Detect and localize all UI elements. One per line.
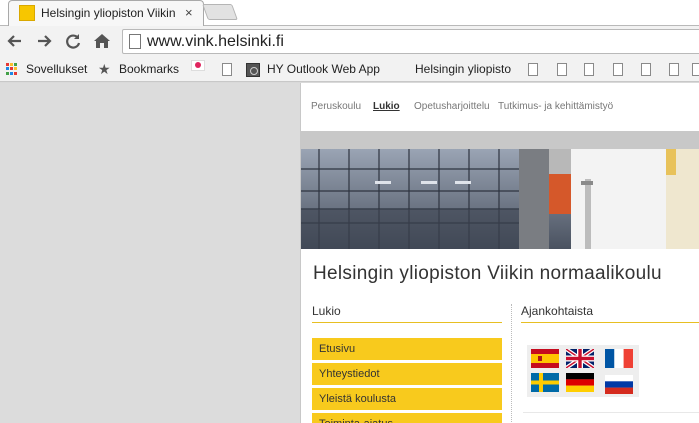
page-icon	[528, 63, 538, 77]
tab-strip: Helsingin yliopiston Viikin ×	[0, 0, 699, 26]
bookmark-blank[interactable]	[613, 60, 623, 78]
page-icon	[222, 63, 232, 77]
section-heading-lukio: Lukio	[312, 304, 341, 318]
bookmarks-bar: Sovellukset ★ Bookmarks HY Outlook Web A…	[0, 56, 699, 82]
site-favicon-icon	[19, 5, 35, 21]
banner-image	[301, 149, 699, 249]
section-heading-ajankohtaista: Ajankohtaista	[521, 304, 594, 318]
bookmark-blank[interactable]	[528, 60, 538, 78]
side-menu: Etusivu Yhteystiedot Yleistä koulusta To…	[312, 338, 502, 423]
bookmark-blank[interactable]	[641, 60, 651, 78]
bookmark-label: HY Outlook Web App	[267, 62, 380, 76]
page-icon	[692, 63, 699, 77]
page-icon	[129, 34, 141, 49]
forward-arrow-icon[interactable]	[33, 30, 55, 52]
outlook-icon	[246, 62, 260, 77]
bookmark-hy[interactable]: Helsingin yliopisto	[415, 60, 511, 78]
reload-icon[interactable]	[62, 30, 84, 52]
home-icon[interactable]	[91, 30, 113, 52]
language-flags	[527, 345, 639, 397]
bookmark-blank[interactable]	[557, 60, 567, 78]
nav-opetusharjoittelu[interactable]: Opetusharjoittelu	[414, 101, 490, 112]
menu-item-toiminta-ajatus[interactable]: Toiminta-ajatus	[312, 413, 502, 423]
menu-item-etusivu[interactable]: Etusivu	[312, 338, 502, 360]
new-tab-button[interactable]	[202, 4, 238, 20]
url-text[interactable]: www.vink.helsinki.fi	[147, 33, 284, 51]
browser-tab[interactable]: Helsingin yliopiston Viikin ×	[8, 0, 204, 26]
menu-item-yleista-koulusta[interactable]: Yleistä koulusta	[312, 388, 502, 410]
french-flag-icon[interactable]	[605, 349, 633, 368]
bookmark-label: Bookmarks	[119, 62, 180, 76]
page-icon	[669, 63, 679, 77]
web-page: Peruskoulu Lukio Opetusharjoittelu Tutki…	[300, 83, 699, 423]
spanish-flag-icon[interactable]	[531, 349, 559, 368]
page-icon	[584, 63, 594, 77]
nav-peruskoulu[interactable]: Peruskoulu	[311, 101, 361, 112]
japanese-flag-icon[interactable]	[191, 60, 205, 71]
nav-tutkimus[interactable]: Tutkimus- ja kehittämistyö	[498, 101, 613, 112]
page-icon	[641, 63, 651, 77]
header-band	[301, 131, 699, 149]
bookmark-blank[interactable]	[669, 60, 679, 78]
page-title: Helsingin yliopiston Viikin normaalikoul…	[313, 263, 662, 284]
bookmark-bookmarks[interactable]: ★ Bookmarks	[98, 60, 180, 78]
content-area: Peruskoulu Lukio Opetusharjoittelu Tutki…	[0, 83, 699, 423]
back-arrow-icon[interactable]	[4, 30, 26, 52]
swedish-flag-icon[interactable]	[531, 373, 559, 392]
bookmark-blank[interactable]	[222, 60, 232, 78]
star-icon: ★	[98, 61, 111, 77]
heading-underline	[312, 322, 502, 323]
browser-toolbar: www.vink.helsinki.fi	[0, 26, 699, 56]
apps-grid-icon	[6, 63, 18, 75]
tab-title: Helsingin yliopiston Viikin	[41, 6, 176, 20]
menu-item-yhteystiedot[interactable]: Yhteystiedot	[312, 363, 502, 385]
german-flag-icon[interactable]	[566, 373, 594, 392]
page-icon	[613, 63, 623, 77]
site-navigation: Peruskoulu Lukio Opetusharjoittelu Tutki…	[301, 83, 699, 131]
nav-lukio[interactable]: Lukio	[373, 101, 400, 112]
bookmark-label: Helsingin yliopisto	[415, 62, 512, 76]
heading-underline	[521, 322, 699, 323]
bookmark-blank[interactable]	[584, 60, 594, 78]
close-icon[interactable]: ×	[185, 5, 193, 21]
page-icon	[557, 63, 567, 77]
bookmark-blank[interactable]	[692, 60, 699, 78]
bookmark-owa[interactable]: HY Outlook Web App	[246, 60, 386, 78]
russian-flag-icon[interactable]	[605, 375, 633, 394]
divider	[523, 412, 699, 413]
uk-flag-icon[interactable]	[566, 349, 594, 368]
address-bar[interactable]: www.vink.helsinki.fi	[122, 29, 699, 54]
bookmark-label: Sovellukset	[26, 62, 88, 76]
bookmark-apps[interactable]: Sovellukset	[6, 60, 88, 78]
column-divider	[511, 304, 512, 423]
